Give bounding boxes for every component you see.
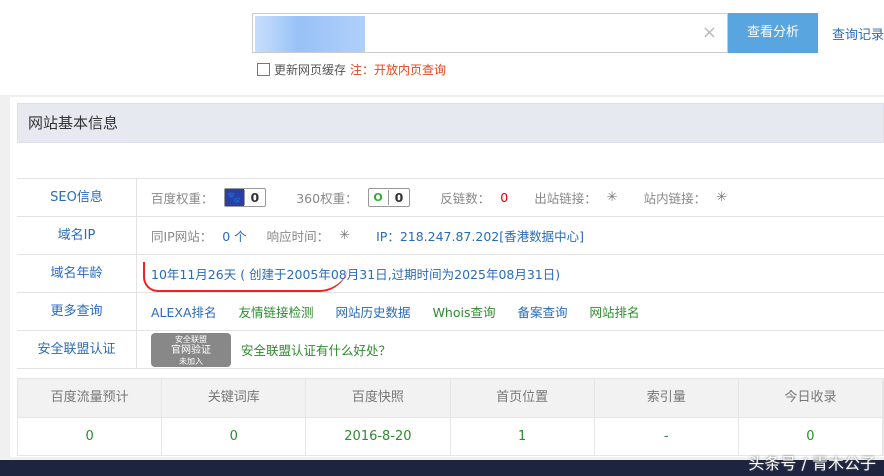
friend-link-check-link[interactable]: 友情链接检测 (239, 302, 314, 321)
refresh-cache-label: 更新网页缓存 (274, 63, 347, 77)
360-weight-value: 0 (387, 190, 410, 205)
watermark: 头条号 / 青木公子 (748, 454, 876, 473)
row-label: 域名IP (17, 217, 137, 254)
stat-value: 0 (18, 418, 163, 455)
stat-value: 2016-8-20 (306, 418, 451, 455)
baidu-weight-label: 百度权重： (151, 191, 214, 206)
cert-benefit-link[interactable]: 安全联盟认证有什么好处？ (241, 340, 391, 359)
backlinks-label: 反链数： (440, 191, 491, 206)
blurred-domain (255, 16, 365, 52)
ip-address[interactable]: IP：218.247.87.202[香港数据中心] (376, 226, 584, 245)
360-logo-icon: O (373, 191, 383, 204)
stat-value: 1 (451, 418, 595, 455)
stat-header: 百度快照 (306, 379, 451, 417)
inlinks-label: 站内链接： (643, 191, 707, 206)
verification-seal[interactable]: 安全联盟 官网验证 未加入 (151, 332, 231, 367)
site-info-panel: 网站基本信息 SEO信息 百度权重： 🐾 0 360权重： O0 反链数： 0 出… (10, 97, 884, 457)
loading-spinner-icon: ✳ (606, 190, 618, 205)
stat-header: 关键词库 (162, 379, 307, 417)
panel-title: 网站基本信息 (17, 103, 884, 143)
icp-link[interactable]: 备案查询 (517, 302, 567, 321)
security-cert-row: 安全联盟认证 安全联盟 官网验证 未加入 安全联盟认证有什么好处？ (17, 331, 884, 369)
more-queries-row: 更多查询 ALEXA排名 友情链接检测 网站历史数据 Whois查询 备案查询 … (17, 293, 884, 331)
search-area: × 查看分析 查询记录 更新网页缓存 注：开放内页查询 (0, 0, 884, 95)
cache-note: 注：开放内页查询 (350, 63, 447, 77)
refresh-cache-checkbox[interactable] (257, 63, 270, 76)
stat-value: 0 (162, 418, 307, 455)
clear-icon[interactable]: × (702, 22, 717, 43)
red-underline-annotation (143, 262, 349, 292)
ip-row: 域名IP 同IP网站： 0 个 响应时间： ✳ IP：218.247.87.20… (17, 217, 884, 255)
site-rank-link[interactable]: 网站排名 (590, 302, 640, 321)
seal-top: 安全联盟 (175, 334, 207, 344)
query-history-link[interactable]: 查询记录 (832, 24, 884, 43)
alexa-link[interactable]: ALEXA排名 (151, 302, 217, 321)
baidu-paw-icon: 🐾 (224, 189, 244, 206)
stat-value: - (595, 418, 739, 455)
stat-header: 今日收录 (739, 379, 884, 417)
loading-spinner-icon: ✳ (716, 190, 728, 205)
same-ip-value[interactable]: 0 个 (222, 226, 246, 245)
seal-mid: 官网验证 (171, 344, 211, 356)
stat-header: 首页位置 (451, 379, 595, 417)
row-label: SEO信息 (17, 179, 137, 216)
outlinks-label: 出站链接： (534, 191, 597, 206)
seal-bottom: 未加入 (179, 356, 203, 366)
row-label: 更多查询 (17, 293, 137, 330)
360-weight-label: 360权重： (296, 191, 358, 206)
analyze-button[interactable]: 查看分析 (728, 13, 818, 53)
domain-search-input[interactable]: × (252, 13, 728, 53)
loading-spinner-icon: ✳ (339, 228, 351, 243)
360-weight-badge[interactable]: O0 (367, 188, 411, 207)
stats-table: 百度流量预计 关键词库 百度快照 首页位置 索引量 今日收录 0 0 2016-… (17, 378, 884, 456)
row-label: 域名年龄 (17, 255, 137, 292)
stat-header: 百度流量预计 (18, 379, 163, 417)
baidu-weight-value: 0 (243, 190, 266, 205)
baidu-weight-badge[interactable]: 🐾 0 (223, 188, 267, 207)
same-ip-label: 同IP网站： (151, 229, 213, 244)
whois-link[interactable]: Whois查询 (433, 302, 496, 321)
response-time-label: 响应时间： (266, 229, 330, 244)
backlinks-value[interactable]: 0 (500, 190, 508, 205)
site-history-link[interactable]: 网站历史数据 (336, 302, 411, 321)
row-label: 安全联盟认证 (17, 331, 137, 368)
stat-header: 索引量 (595, 379, 739, 417)
seo-row: SEO信息 百度权重： 🐾 0 360权重： O0 反链数： 0 出站链接： ✳ … (17, 179, 884, 217)
